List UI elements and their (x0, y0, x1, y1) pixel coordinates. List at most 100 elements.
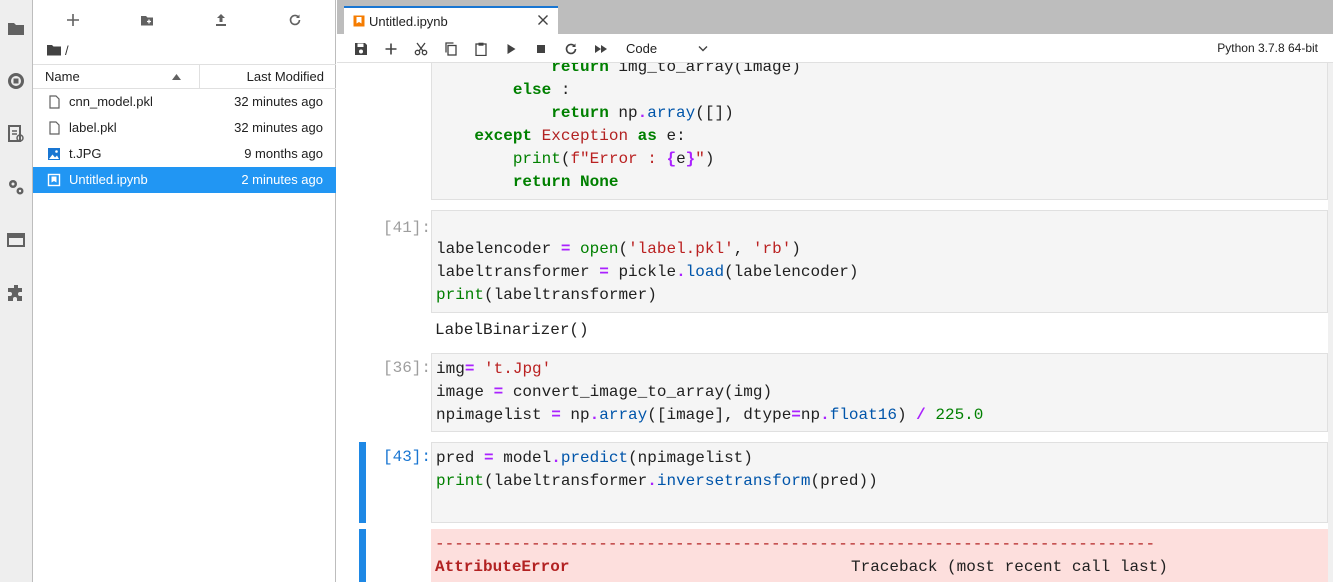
file-row[interactable]: t.JPG 9 months ago (33, 141, 336, 167)
running-sessions-tab[interactable] (0, 63, 32, 99)
interrupt-kernel-button[interactable] (530, 39, 552, 59)
last-modified-column-header[interactable]: Last Modified (247, 65, 324, 89)
code-line: return np.array([]) (436, 104, 734, 122)
tab-label: Untitled.ipynb (369, 14, 448, 29)
extension-manager-tab[interactable] (0, 275, 32, 311)
refresh-button[interactable] (282, 9, 308, 31)
file-modified: 32 minutes ago (234, 120, 323, 135)
code-line: except Exception as e: (436, 127, 686, 145)
notebook-icon (47, 173, 61, 187)
column-separator[interactable] (199, 65, 200, 89)
code-line: print(f"Error : {e}") (512, 150, 715, 168)
chevron-down-icon (698, 46, 708, 52)
error-traceback-header: Traceback (most recent call last) (851, 558, 1168, 576)
code-editor[interactable]: labelencoder = open('label.pkl', 'rb') l… (431, 210, 1328, 313)
tabs-icon (7, 233, 25, 247)
tab-untitled-notebook[interactable]: Untitled.ipynb (344, 6, 558, 35)
file-icon (49, 121, 60, 135)
cell-type-value: Code (626, 41, 658, 56)
paste-button[interactable] (470, 39, 492, 59)
notebook-scrollbar[interactable] (1328, 63, 1333, 582)
code-line: pred = model.predict(npimagelist) (436, 449, 753, 467)
stop-icon (537, 45, 545, 53)
close-icon[interactable] (537, 14, 549, 26)
tab-bar: Untitled.ipynb (337, 0, 1333, 35)
refresh-icon (565, 43, 577, 55)
restart-kernel-button[interactable] (560, 39, 582, 59)
execution-count: [43]: (382, 448, 431, 466)
save-icon (355, 43, 367, 55)
file-row[interactable]: label.pkl 32 minutes ago (33, 115, 336, 141)
error-name: AttributeError (435, 558, 570, 576)
restart-run-all-button[interactable] (590, 39, 612, 59)
extensions-icon (8, 285, 22, 301)
folder-icon[interactable] (47, 44, 61, 56)
code-cell[interactable]: return img_to_array(image) else : return… (343, 63, 1333, 200)
copy-button[interactable] (440, 39, 462, 59)
code-editor[interactable]: img= 't.Jpg' image = convert_image_to_ar… (431, 353, 1328, 432)
name-column-header[interactable]: Name (45, 65, 80, 89)
kernel-name[interactable]: Python 3.7.8 64-bit (1217, 41, 1318, 55)
cell-type-dropdown[interactable]: Code (622, 39, 712, 59)
upload-icon (216, 14, 226, 26)
code-editor[interactable]: pred = model.predict(npimagelist) print(… (431, 442, 1328, 523)
error-separator: ----------------------------------------… (435, 535, 1156, 553)
file-row[interactable]: cnn_model.pkl 32 minutes ago (33, 89, 336, 115)
code-cell-active[interactable]: [43]: pred = model.predict(npimagelist) … (343, 442, 1333, 582)
execution-count: [36]: (382, 359, 431, 377)
running-icon (8, 73, 24, 89)
code-line: npimagelist = np.array([image], dtype=np… (436, 406, 984, 424)
property-inspector-tab[interactable] (0, 169, 32, 205)
new-launcher-button[interactable] (60, 9, 86, 31)
refresh-icon (289, 14, 301, 26)
file-browser-panel: / Name Last Modified cnn_model.pkl 32 mi… (33, 0, 336, 582)
file-name: Untitled.ipynb (69, 172, 148, 187)
code-line: image = convert_image_to_array(img) (436, 383, 773, 401)
save-button[interactable] (350, 39, 372, 59)
file-modified: 2 minutes ago (241, 172, 323, 187)
plus-icon (385, 43, 397, 55)
code-line: return None (436, 173, 619, 191)
code-cell[interactable]: [41]: labelencoder = open('label.pkl', '… (343, 210, 1333, 345)
breadcrumb: / (47, 40, 69, 60)
cut-icon (414, 42, 428, 56)
new-folder-button[interactable] (134, 9, 160, 31)
upload-button[interactable] (208, 9, 234, 31)
code-line: print(labeltransformer.inversetransform(… (436, 472, 878, 490)
paste-icon (475, 42, 487, 56)
run-cell-button[interactable] (500, 39, 522, 59)
play-icon (507, 44, 516, 54)
file-list-header: Name Last Modified (33, 64, 336, 89)
plus-icon (67, 14, 79, 26)
file-browser-tab[interactable] (0, 10, 32, 46)
file-modified: 9 months ago (244, 146, 323, 161)
error-output: ----------------------------------------… (431, 529, 1328, 582)
image-icon (48, 148, 60, 160)
file-name: label.pkl (69, 120, 117, 135)
insert-cell-button[interactable] (380, 39, 402, 59)
activity-bar (0, 0, 33, 582)
execution-count: [41]: (382, 219, 431, 237)
file-name: cnn_model.pkl (69, 94, 153, 109)
file-row-selected[interactable]: Untitled.ipynb 2 minutes ago (33, 167, 336, 193)
output-collapser[interactable] (359, 529, 366, 582)
open-tabs-tab[interactable] (0, 222, 32, 258)
notebook-toolbar: Code Python 3.7.8 64-bit (337, 34, 1333, 63)
breadcrumb-root[interactable]: / (65, 43, 69, 58)
sort-ascending-icon (172, 74, 181, 80)
code-line: labeltransformer = pickle.load(labelenco… (436, 263, 859, 281)
code-line: else : (436, 81, 571, 99)
cut-button[interactable] (410, 39, 432, 59)
file-name: t.JPG (69, 146, 102, 161)
new-folder-icon (141, 16, 153, 26)
code-cell[interactable]: [36]: img= 't.Jpg' image = convert_image… (343, 353, 1333, 433)
main-area: Untitled.ipynb Code Python 3.7.8 64-bit … (337, 0, 1333, 582)
copy-icon (445, 42, 457, 56)
file-icon (49, 95, 60, 109)
code-line: labelencoder = open('label.pkl', 'rb') (436, 240, 801, 258)
cell-output: LabelBinarizer() (435, 321, 589, 339)
code-editor[interactable]: return img_to_array(image) else : return… (431, 63, 1328, 200)
command-palette-tab[interactable] (0, 116, 32, 152)
property-inspector-icon (9, 180, 24, 195)
notebook-panel: return img_to_array(image) else : return… (343, 63, 1333, 582)
